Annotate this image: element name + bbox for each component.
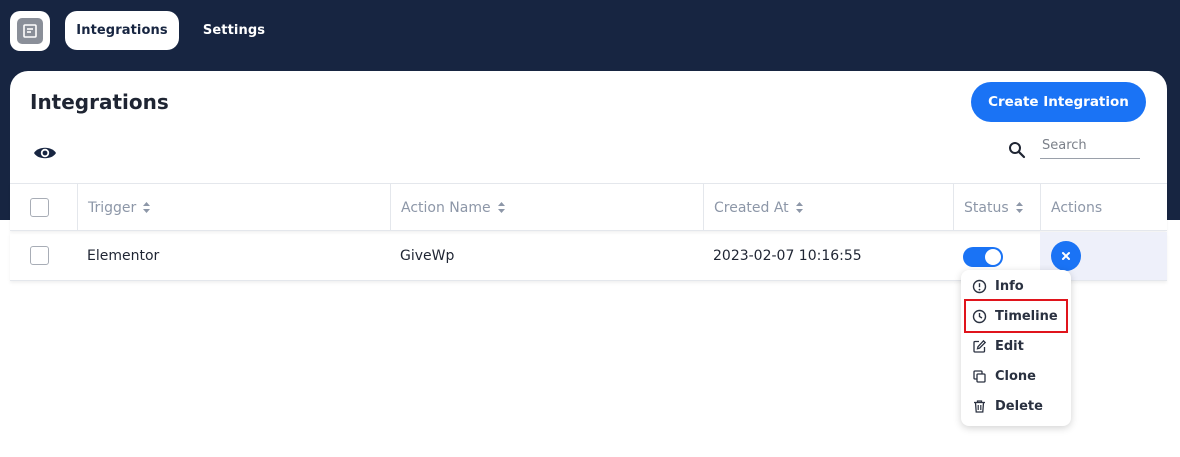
app-logo-icon xyxy=(17,18,43,44)
column-label: Actions xyxy=(1051,199,1103,216)
column-header-action-name[interactable]: Action Name xyxy=(390,184,703,231)
sort-icon xyxy=(497,202,505,213)
tab-settings[interactable]: Settings xyxy=(192,11,276,50)
column-header-trigger[interactable]: Trigger xyxy=(77,184,390,231)
column-label: Action Name xyxy=(401,199,491,216)
column-label: Status xyxy=(964,199,1009,216)
sort-icon xyxy=(795,202,803,213)
sort-icon xyxy=(143,202,151,213)
clone-icon xyxy=(973,369,986,383)
menu-item-label: Edit xyxy=(995,338,1024,354)
edit-icon xyxy=(973,339,987,353)
menu-item-delete[interactable]: Delete xyxy=(966,391,1066,421)
menu-item-timeline[interactable]: Timeline xyxy=(964,299,1068,333)
app-logo[interactable] xyxy=(10,11,50,51)
cell-action-name: GiveWp xyxy=(400,248,455,264)
sort-icon xyxy=(1015,202,1023,213)
cell-trigger: Elementor xyxy=(87,248,160,264)
row-checkbox[interactable] xyxy=(30,246,49,265)
tab-integrations[interactable]: Integrations xyxy=(65,11,179,50)
column-header-status[interactable]: Status xyxy=(953,184,1040,231)
column-header-actions: Actions xyxy=(1040,184,1167,231)
menu-item-info[interactable]: Info xyxy=(966,271,1066,301)
info-icon xyxy=(972,279,987,293)
search-input[interactable] xyxy=(1040,133,1140,159)
menu-item-label: Clone xyxy=(995,368,1036,384)
actions-dropdown-menu: Info Timeline Edit Clone Delete xyxy=(961,270,1071,426)
trash-icon xyxy=(974,399,985,413)
table-header: Trigger Action Name Created At Status Ac… xyxy=(10,183,1167,231)
page-title: Integrations xyxy=(30,90,169,114)
status-toggle[interactable] xyxy=(963,247,1003,267)
cell-created-at: 2023-02-07 10:16:55 xyxy=(713,248,862,264)
menu-item-label: Info xyxy=(995,278,1024,294)
eye-icon[interactable] xyxy=(33,144,57,162)
toggle-knob xyxy=(985,249,1001,265)
menu-item-label: Timeline xyxy=(995,308,1058,324)
menu-item-edit[interactable]: Edit xyxy=(966,331,1066,361)
column-label: Trigger xyxy=(88,199,137,216)
clock-icon xyxy=(972,309,987,323)
select-all-checkbox[interactable] xyxy=(30,198,49,217)
menu-item-label: Delete xyxy=(995,398,1043,414)
close-icon xyxy=(1062,252,1070,260)
menu-item-clone[interactable]: Clone xyxy=(966,361,1066,391)
close-actions-button[interactable] xyxy=(1051,241,1081,271)
create-integration-button[interactable]: Create Integration xyxy=(971,82,1146,122)
search-icon[interactable] xyxy=(1008,141,1026,159)
column-label: Created At xyxy=(714,199,789,216)
column-header-created-at[interactable]: Created At xyxy=(703,184,953,231)
